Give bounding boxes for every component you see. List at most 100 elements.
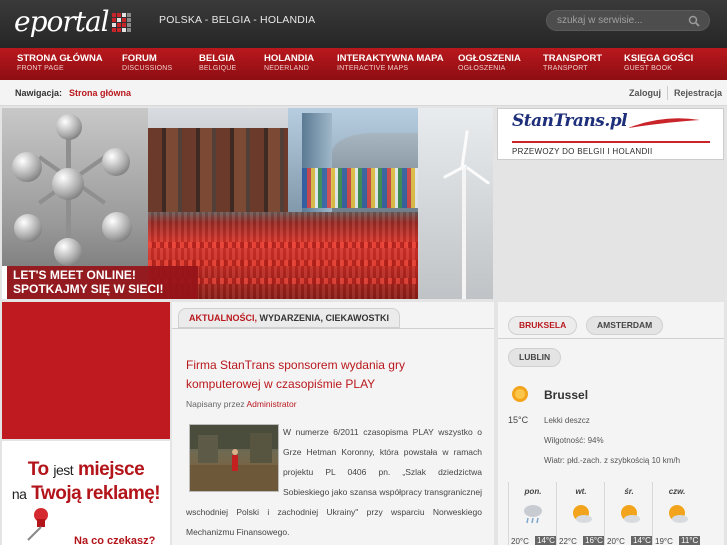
breadcrumb-label: Nawigacja: [15,88,63,98]
forecast-day-name: śr. [624,487,634,496]
atomium-sphere [12,152,42,182]
tab-amsterdam[interactable]: AMSTERDAM [586,316,664,335]
swoosh-icon [628,118,700,128]
nav-label: OGŁOSZENIA [458,53,521,64]
ad-placeholder[interactable]: To jest miejsce na Twoją reklamę! Na co … [2,441,170,545]
wind-turbine-photo [418,108,493,299]
register-link[interactable]: Rejestracja [674,88,722,98]
atomium-sphere [102,148,130,176]
forecast-day-name: pon. [524,487,542,496]
nav-item-holandia[interactable]: HOLANDIA NEDERLAND [264,53,314,72]
search-box [546,10,710,31]
ad-word: miejsce [77,459,145,480]
nav-sublabel: DISCUSSIONS [122,65,173,72]
tab-news-highlight: AKTUALNOŚCI, [189,313,257,323]
nav-item-ogloszenia[interactable]: OGŁOSZENIA OGŁOSZENIA [458,53,521,72]
search-input[interactable] [557,13,683,28]
nav-item-transport[interactable]: TRANSPORT TRANSPORT [543,53,602,72]
banner-line-1: LET'S MEET ONLINE! [13,268,136,282]
nav-item-front-page[interactable]: STRONA GŁÓWNA FRONT PAGE [17,53,103,72]
tab-underline [498,338,724,339]
forecast-high: 20°C [607,537,625,545]
nav-label: INTERAKTYWNA MAPA [337,53,444,64]
tab-underline [172,328,494,329]
tab-news[interactable]: AKTUALNOŚCI, WYDARZENIA, CIEKAWOSTKI [178,308,400,328]
flags-photo [302,168,418,208]
nav-label: KSIĘGA GOŚCI [624,53,694,64]
forecast-day: wt. 22°C 16°C [556,482,605,545]
amsterdam-houses-photo [148,128,288,212]
partly-sunny-icon [621,505,640,523]
logo-grid-icon [111,13,131,32]
weather-description: Lekki deszcz [544,416,590,425]
stantrans-underline [512,141,710,143]
forecast-day: czw. 19°C 11°C [652,482,701,545]
article-author-link[interactable]: Administrator [246,399,296,409]
top-bar: eportal POLSKA - BELGIA - HOLANDIA [0,0,727,48]
forecast-high: 19°C [655,537,673,545]
nav-sublabel: NEDERLAND [264,65,309,72]
partly-sunny-icon [669,505,688,523]
site-logo[interactable]: eportal [14,4,131,36]
weather-city: Brussel [544,388,589,402]
nav-item-guest-book[interactable]: KSIĘGA GOŚCI GUEST BOOK [624,53,693,72]
article-meta: Napisany przez Administrator [186,399,297,409]
ad-word: reklamę! [85,483,161,504]
nav-sublabel: BELGIQUE [199,65,237,72]
partly-sunny-icon [573,505,592,523]
forecast-day: pon. 20°C 14°C [508,482,557,545]
search-icon[interactable] [687,14,701,28]
weather-temperature: 15°C [508,415,529,425]
nav-item-forum[interactable]: FORUM DISCUSSIONS [122,53,172,72]
atomium-sphere [14,214,42,242]
breadcrumb-bar: Nawigacja: Strona główna Zaloguj Rejestr… [0,80,727,106]
forecast-high: 22°C [559,537,577,545]
game-screenshot-image [190,425,278,491]
atomium-sphere [52,168,84,200]
tab-lublin[interactable]: LUBLIN [508,348,562,367]
tab-news-rest: WYDARZENIA, CIEKAWOSTKI [257,313,390,323]
page: eportal POLSKA - BELGIA - HOLANDIA STRON… [0,0,727,545]
nav-label: FORUM [122,53,157,64]
main-nav: STRONA GŁÓWNA FRONT PAGE FORUM DISCUSSIO… [0,48,727,80]
rain-icon [524,505,542,524]
turbine-pole [462,168,466,299]
ad-word: Twoją [31,483,82,504]
nav-item-belgia[interactable]: BELGIA BELGIQUE [199,53,236,72]
atomium-sphere [54,238,82,266]
forecast-day-name: czw. [668,487,686,496]
forecast-low: 11°C [679,536,701,545]
hero-banner[interactable]: LET'S MEET ONLINE! SPOTKAJMY SIĘ W SIECI… [2,108,493,299]
nav-label: STRONA GŁÓWNA [17,53,103,64]
auth-divider [667,86,668,100]
nav-sublabel: TRANSPORT [543,65,588,72]
login-link[interactable]: Zaloguj [629,88,661,98]
weather-humidity: Wilgotność: 94% [544,436,604,445]
nav-item-interactive-map[interactable]: INTERAKTYWNA MAPA INTERACTIVE MAPS [337,53,444,72]
stantrans-ad[interactable]: StanTrans.pl PRZEWOZY DO BELGII I HOLAND… [497,108,724,160]
banner-line-2: SPOTKAJMY SIĘ W SIECI! [13,282,164,296]
news-panel: AKTUALNOŚCI, WYDARZENIA, CIEKAWOSTKI Fir… [172,302,494,545]
weather-widget: BRUKSELA AMSTERDAM LUBLIN Brussel 15°C L… [498,302,724,545]
nav-sublabel: INTERACTIVE MAPS [337,65,409,72]
atomium-sphere [102,212,132,242]
atomium-sphere [56,114,82,140]
article-thumbnail[interactable] [189,424,279,492]
forecast-high: 20°C [511,537,529,545]
breadcrumb-home-link[interactable]: Strona główna [69,88,131,98]
ad-word: To [27,459,49,480]
weather-wind: Wiatr: płd.-zach. z szybkością 10 km/h [544,456,681,465]
forecast-day-name: wt. [575,487,587,496]
nav-sublabel: FRONT PAGE [17,65,64,72]
forecast-low: 14°C [535,536,557,545]
nav-sublabel: GUEST BOOK [624,65,673,72]
red-promo-block [2,302,170,439]
tab-bruksela[interactable]: BRUKSELA [508,316,578,335]
nav-label: HOLANDIA [264,53,315,64]
site-tagline: POLSKA - BELGIA - HOLANDIA [159,14,316,26]
stantrans-logo: StanTrans.pl [512,111,628,131]
forecast-day: śr. 20°C 14°C [604,482,653,545]
ad-headline-1: To jest miejsce [2,459,170,481]
article-meta-prefix: Napisany przez [186,399,247,409]
article-title-link[interactable]: Firma StanTrans sponsorem wydania gry ko… [186,356,482,394]
